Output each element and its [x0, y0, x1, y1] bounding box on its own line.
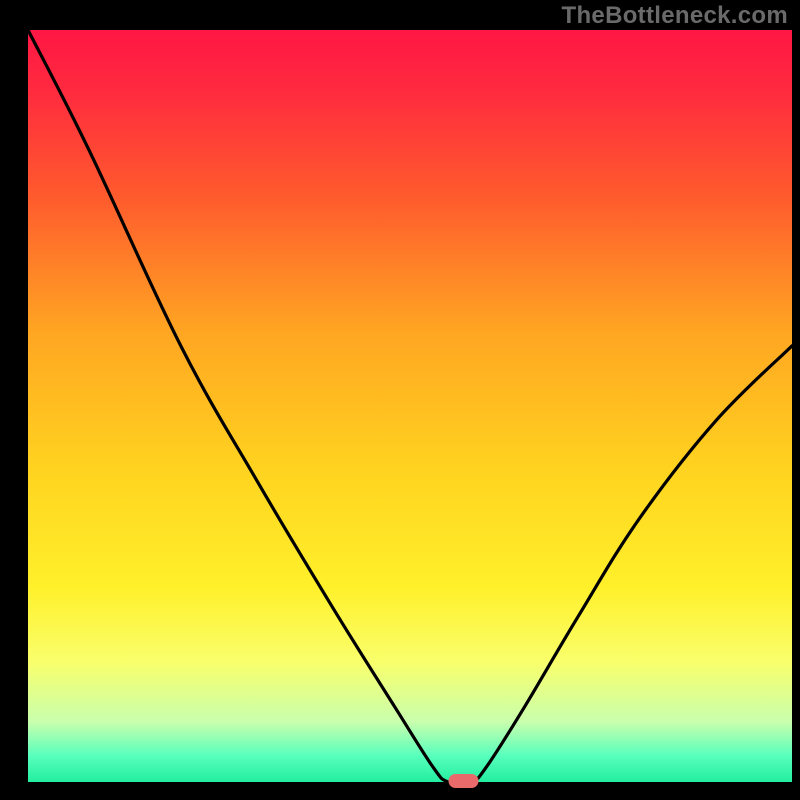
chart-container: TheBottleneck.com [0, 0, 800, 800]
plot-background [28, 30, 792, 782]
watermark-text: TheBottleneck.com [562, 2, 788, 30]
optimum-marker [448, 774, 478, 788]
bottleneck-chart [0, 0, 800, 800]
